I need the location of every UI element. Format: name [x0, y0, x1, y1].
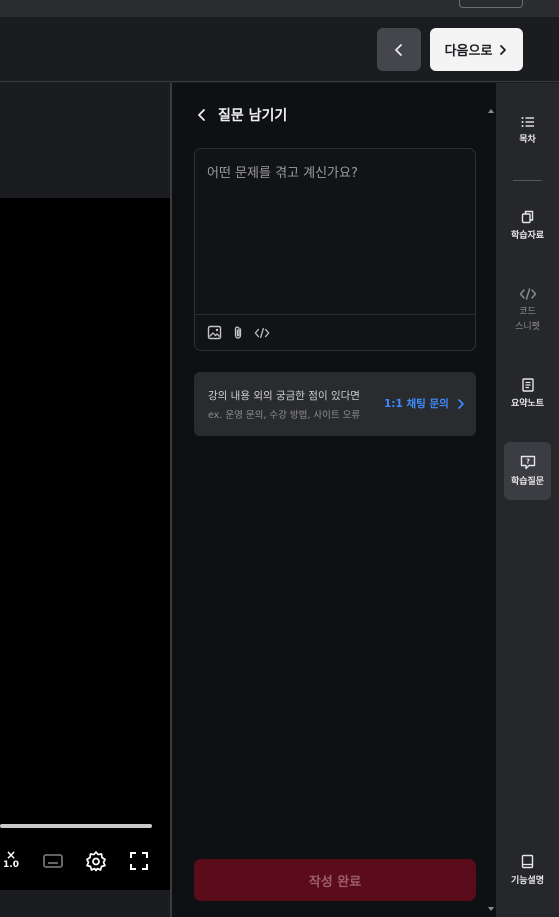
image-upload-button[interactable] [206, 325, 222, 341]
fullscreen-icon[interactable] [128, 850, 150, 872]
insert-code-button[interactable] [254, 325, 270, 341]
video-controls: × 1.0 [0, 808, 170, 890]
attach-file-button[interactable] [230, 325, 246, 341]
sidebar-item-materials[interactable]: 학습자료 [504, 196, 551, 254]
code-icon [254, 327, 270, 338]
question-input[interactable] [195, 149, 475, 313]
image-icon [207, 325, 221, 340]
chevron-right-icon [500, 44, 507, 55]
video-screen[interactable] [0, 198, 170, 808]
sidebar-item-code-snippet[interactable]: 코드 스니펫 [504, 279, 551, 343]
chevron-left-icon [395, 43, 402, 56]
sidebar-item-label: 학습질문 [510, 477, 545, 487]
back-chevron-icon[interactable] [196, 108, 208, 122]
panel-title: 질문 남기기 [218, 108, 288, 124]
help-main-text: 강의 내용 외의 궁금한 점이 있다면 [208, 390, 360, 402]
subtitles-icon[interactable] [42, 850, 64, 872]
panel-header: 질문 남기기 [196, 105, 287, 125]
note-icon [521, 377, 534, 392]
next-button[interactable]: 다음으로 [430, 28, 523, 71]
sidebar-item-label: 학습자료 [510, 230, 545, 241]
list-icon [521, 116, 534, 127]
submit-question-button[interactable]: 작성 완료 [194, 859, 476, 901]
sidebar-item-label: 기능설명 [510, 876, 545, 886]
question-panel: 질문 남기기 어떤 문제를 겪고 계신가요? 강의 내용 외의 궁금한 점이 있… [172, 83, 496, 917]
top-tab-fragment[interactable] [459, 0, 523, 8]
right-sidebar: 목차 학습자료 코드 스니펫 요약노트 ? 학습질문 기능설명 [496, 83, 559, 917]
sidebar-item-summary-notes[interactable]: 요약노트 [504, 364, 551, 422]
chevron-right-icon [457, 398, 464, 409]
settings-gear-icon[interactable] [85, 850, 107, 872]
question-editor [194, 148, 476, 351]
copy-icon [521, 210, 534, 223]
previous-button[interactable] [377, 28, 421, 71]
scroll-down-arrow-icon[interactable] [487, 906, 495, 912]
sidebar-item-label: 목차 [519, 134, 536, 145]
app-root: 다음으로 × 1.0 질문 남기기 어떤 문제를 겪고 계신가요? 강의 내용 … [0, 0, 559, 917]
progress-bar[interactable] [0, 824, 152, 828]
sidebar-item-feature-guide[interactable]: 기능설명 [504, 841, 551, 899]
question-chat-icon: ? [520, 455, 535, 470]
sidebar-item-learning-questions[interactable]: ? 학습질문 [504, 442, 551, 500]
support-help-box: 강의 내용 외의 궁금한 점이 있다면 ex. 운영 문의, 수강 방법, 사이… [194, 372, 476, 436]
svg-text:?: ? [525, 458, 529, 466]
lesson-header: 다음으로 [0, 17, 559, 82]
code-icon [519, 288, 536, 300]
sidebar-item-label: 요약노트 [510, 398, 545, 409]
chat-support-link[interactable]: 1:1 채팅 문의 [384, 396, 465, 411]
help-sub-text: ex. 운영 문의, 수강 방법, 사이트 오류 [208, 410, 361, 421]
playback-speed-button[interactable]: × 1.0 [2, 849, 20, 870]
sidebar-item-contents[interactable]: 목차 [504, 101, 551, 159]
scroll-up-arrow-icon[interactable] [487, 108, 495, 114]
paperclip-icon [234, 326, 242, 339]
book-icon [521, 854, 534, 869]
editor-toolbar [195, 314, 475, 350]
sidebar-separator [513, 180, 542, 181]
next-button-label: 다음으로 [444, 44, 493, 59]
speed-value: 1.0 [3, 860, 19, 870]
chat-support-label: 1:1 채팅 문의 [384, 398, 449, 410]
top-strip [0, 0, 559, 17]
video-player: × 1.0 [0, 83, 170, 917]
sidebar-item-label: 코드 스니펫 [515, 307, 540, 332]
